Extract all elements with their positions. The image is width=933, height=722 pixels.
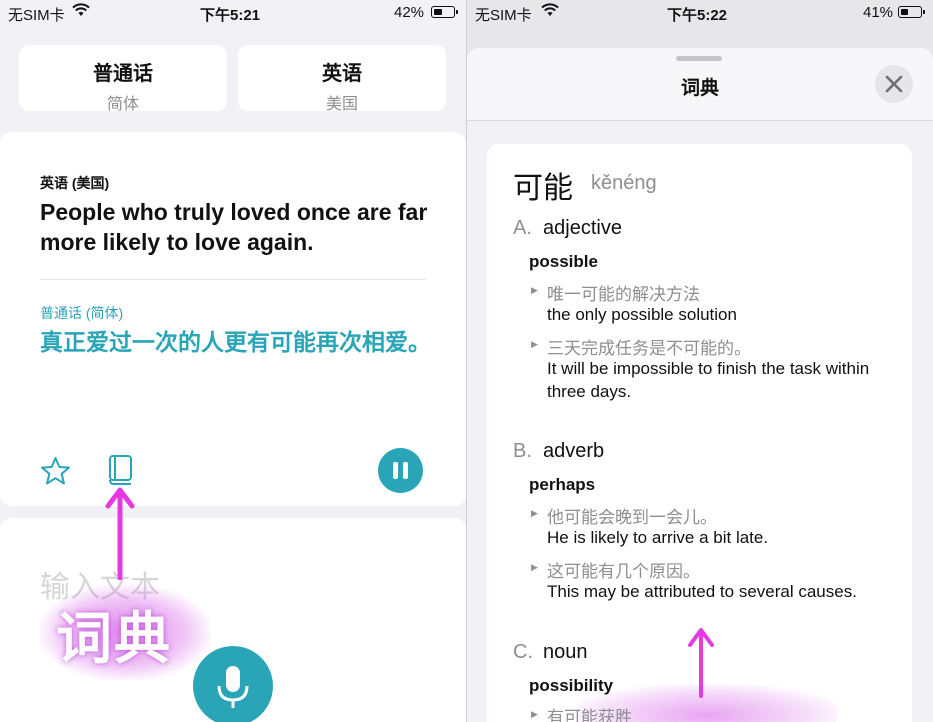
triangle-bullet-icon: ▶ [531,508,538,518]
entry-letter: A. [513,217,532,239]
battery-icon [431,6,458,18]
example-english: This may be attributed to several causes… [547,582,857,601]
target-language-name: 英语 [322,63,362,85]
part-of-speech: adverb [543,440,605,462]
card-divider [40,279,426,280]
example-chinese: 他可能会晚到一会儿。 [547,508,717,527]
status-bar: 无SIM卡 下午5:22 41% [467,0,933,26]
pinyin: kěnéng [591,172,657,194]
close-button[interactable] [875,65,913,103]
target-language-button[interactable]: 英语 美国 [238,45,446,113]
sense: possibility [529,676,614,695]
annotation-label: 词典 [56,607,172,670]
example-chinese: 三天完成任务是不可能的。 [547,339,751,358]
example-english: He is likely to arrive a bit late. [547,528,769,547]
triangle-bullet-icon: ▶ [531,285,538,295]
entry-letter: B. [513,440,532,462]
headword: 可能 [513,172,573,205]
battery-percent: 41% [863,4,894,21]
example-chinese: 这可能有几个原因。 [547,562,700,581]
microphone-icon [217,666,249,708]
sense: perhaps [529,475,596,494]
sheet-grabber[interactable] [676,56,722,61]
translated-text[interactable]: 真正爱过一次的人更有可能再次相爱。 [40,327,432,357]
entry-letter: C. [513,641,533,663]
example-english: It will be impossible to finish the task… [547,359,870,401]
source-language-region: 简体 [106,96,139,113]
annotation-arrow-icon [105,487,135,580]
close-icon [885,75,903,93]
battery-icon [898,6,925,18]
part-of-speech: adjective [543,217,622,239]
battery-percent: 42% [394,4,425,21]
example-chinese: 唯一可能的解决方法 [547,285,700,304]
pause-button[interactable] [378,448,423,493]
triangle-bullet-icon: ▶ [531,562,538,572]
source-text[interactable]: People who truly loved once are far more… [40,197,430,257]
source-language-name: 普通话 [93,63,153,85]
status-bar: 无SIM卡 下午5:21 42% [0,0,466,26]
star-icon[interactable] [40,456,71,491]
source-text-label: 英语 (美国) [40,175,110,191]
pause-icon [393,462,408,479]
wifi-icon [72,3,90,21]
example-chinese: 有可能获胜 [547,708,632,722]
dictionary-screen: 无SIM卡 下午5:22 41% 词典 可能 kěnéng A. adjecti… [467,0,933,722]
triangle-bullet-icon: ▶ [531,709,538,719]
sheet-title: 词典 [680,78,719,99]
translated-text-label: 普通话 (简体) [40,305,124,321]
target-language-region: 美国 [325,96,358,113]
carrier-label: 无SIM卡 [8,7,65,24]
part-of-speech: noun [543,641,588,663]
triangle-bullet-icon: ▶ [531,339,538,349]
annotation-arrow-icon [688,628,714,698]
status-time: 下午5:21 [200,7,261,24]
wifi-icon [541,3,559,21]
translate-screen: 无SIM卡 下午5:21 42% 普通话 简体 英语 美国 英语 (美国) Pe… [0,0,466,722]
source-language-button[interactable]: 普通话 简体 [19,45,227,113]
sense: possible [529,252,598,271]
example-english: the only possible solution [547,305,737,324]
microphone-button[interactable] [193,646,273,722]
status-time: 下午5:22 [667,7,728,24]
carrier-label: 无SIM卡 [475,7,532,24]
